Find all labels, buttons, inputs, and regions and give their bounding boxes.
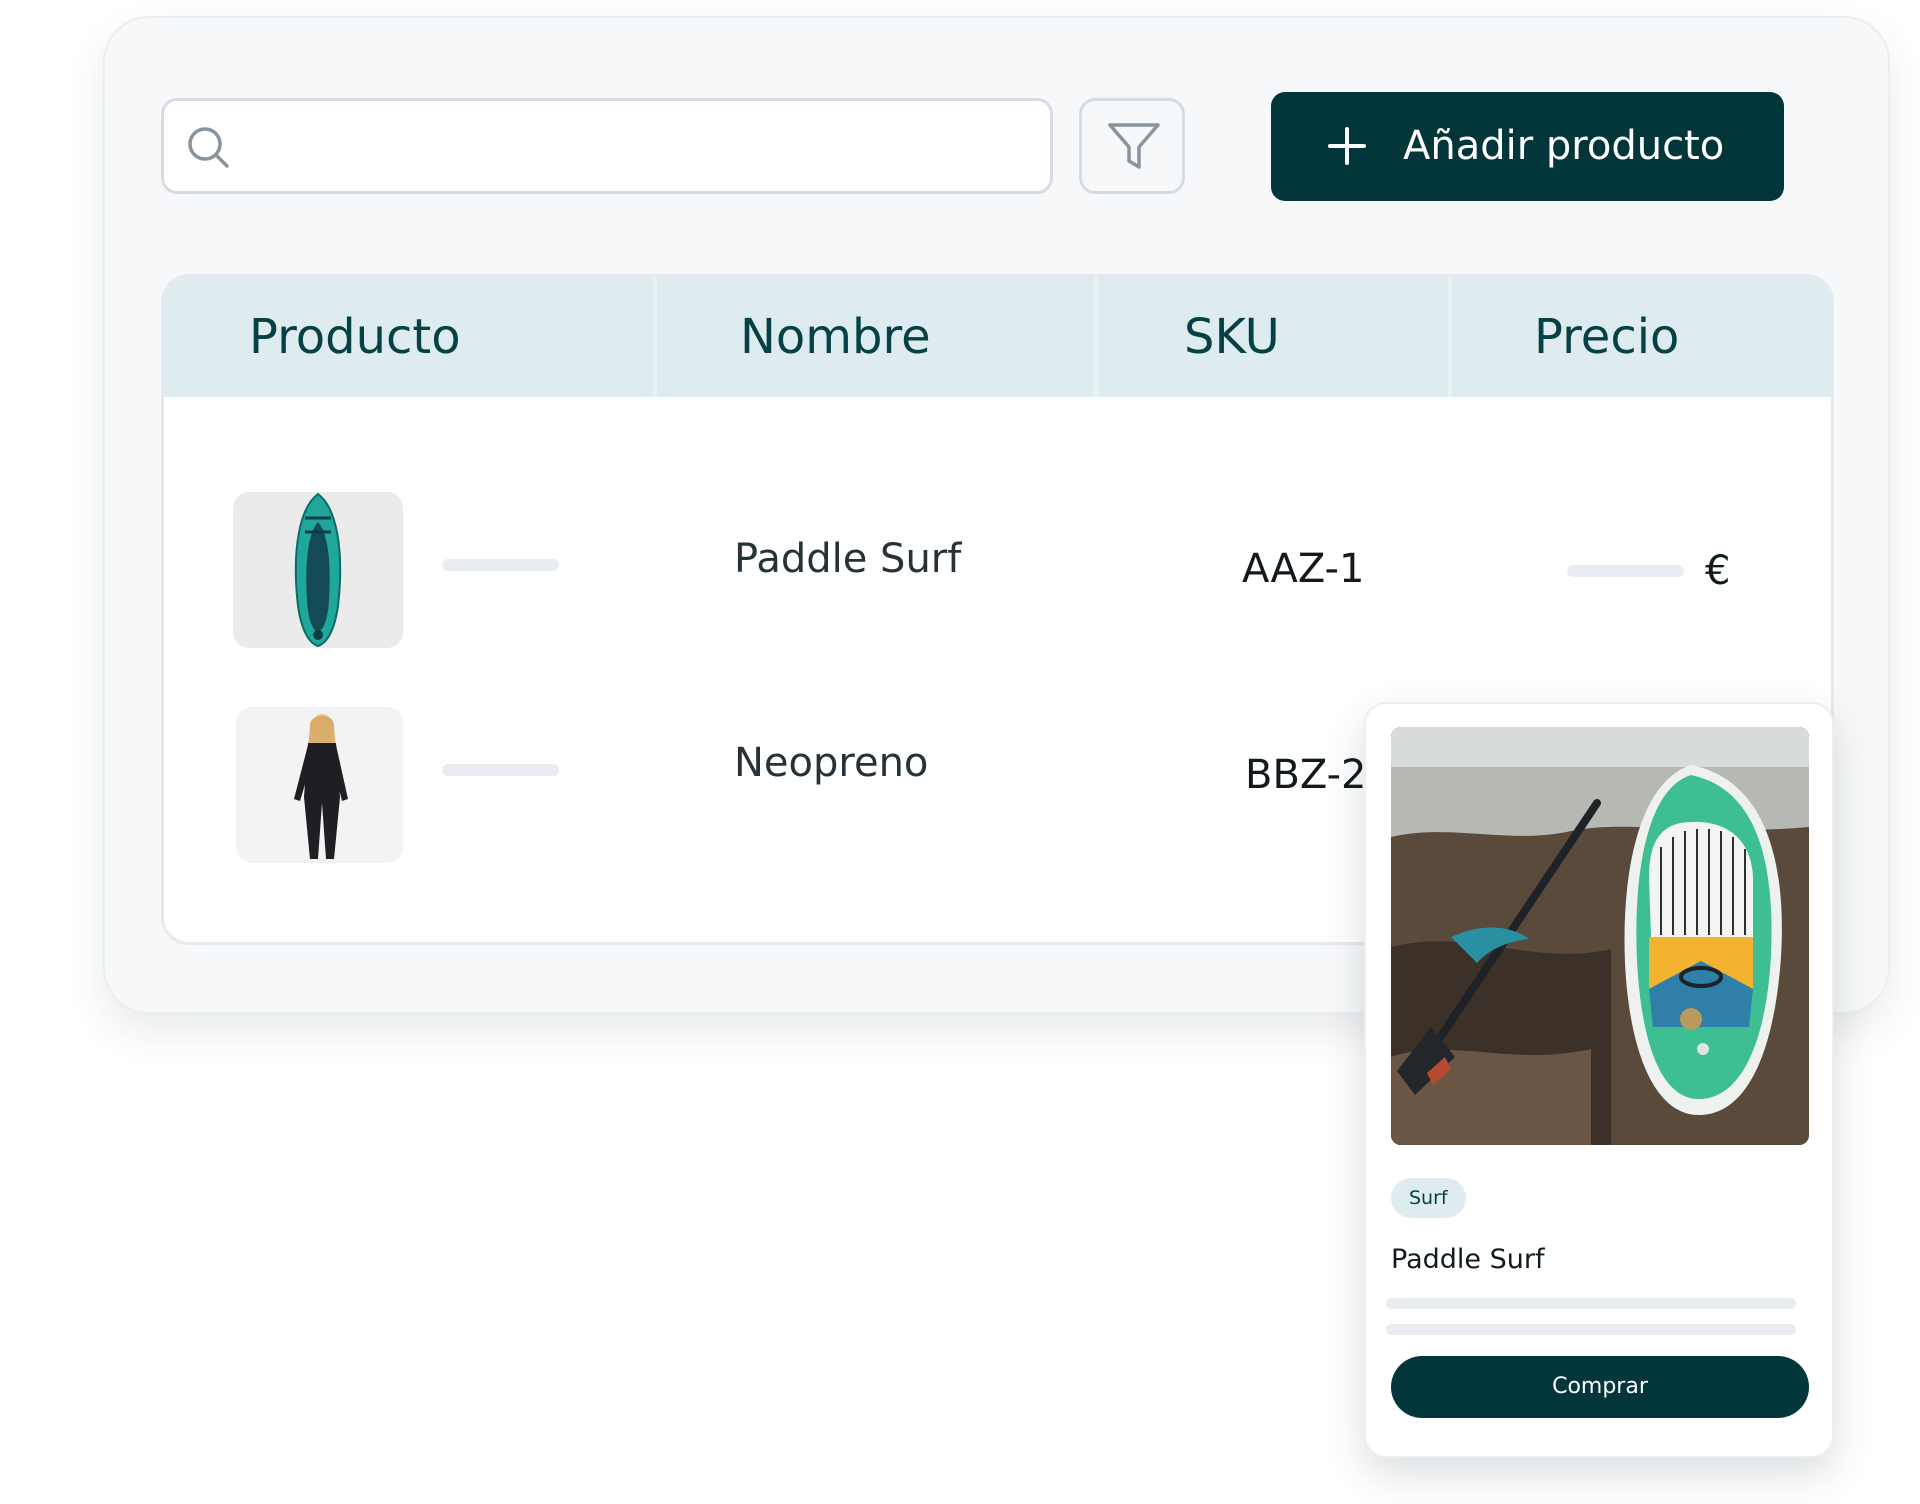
search-input[interactable] xyxy=(246,101,1040,193)
filter-button[interactable] xyxy=(1079,98,1185,194)
placeholder-line xyxy=(1386,1298,1796,1309)
category-tag: Surf xyxy=(1391,1178,1466,1218)
paddle-board-image xyxy=(233,492,403,648)
column-divider xyxy=(653,277,657,397)
product-name: Paddle Surf xyxy=(734,536,962,582)
add-product-button[interactable]: Añadir producto xyxy=(1271,92,1784,201)
placeholder-line xyxy=(1386,1324,1796,1335)
search-icon xyxy=(186,125,230,169)
price-currency: € xyxy=(1705,548,1731,594)
placeholder-line xyxy=(442,764,559,776)
column-header-precio[interactable]: Precio xyxy=(1534,307,1679,367)
plus-icon xyxy=(1327,126,1367,166)
column-divider xyxy=(1094,277,1098,397)
table-header: Producto Nombre SKU Precio xyxy=(164,277,1831,397)
buy-button[interactable]: Comprar xyxy=(1391,1356,1809,1418)
paddle-board-photo xyxy=(1391,727,1809,1145)
product-sku: BBZ-2 xyxy=(1245,752,1367,798)
add-product-label: Añadir producto xyxy=(1403,123,1725,169)
column-header-producto[interactable]: Producto xyxy=(249,307,461,367)
card-title: Paddle Surf xyxy=(1391,1244,1545,1275)
filter-icon xyxy=(1106,121,1162,173)
placeholder-line xyxy=(1567,565,1684,577)
product-name: Neopreno xyxy=(734,740,929,786)
column-header-nombre[interactable]: Nombre xyxy=(740,307,931,367)
product-sku: AAZ-1 xyxy=(1242,546,1365,592)
product-card[interactable]: Surf Paddle Surf Comprar xyxy=(1364,702,1834,1458)
column-divider xyxy=(1448,277,1452,397)
wetsuit-image xyxy=(236,707,403,863)
placeholder-line xyxy=(442,559,559,571)
search-box[interactable] xyxy=(161,98,1053,194)
column-header-sku[interactable]: SKU xyxy=(1184,307,1280,367)
